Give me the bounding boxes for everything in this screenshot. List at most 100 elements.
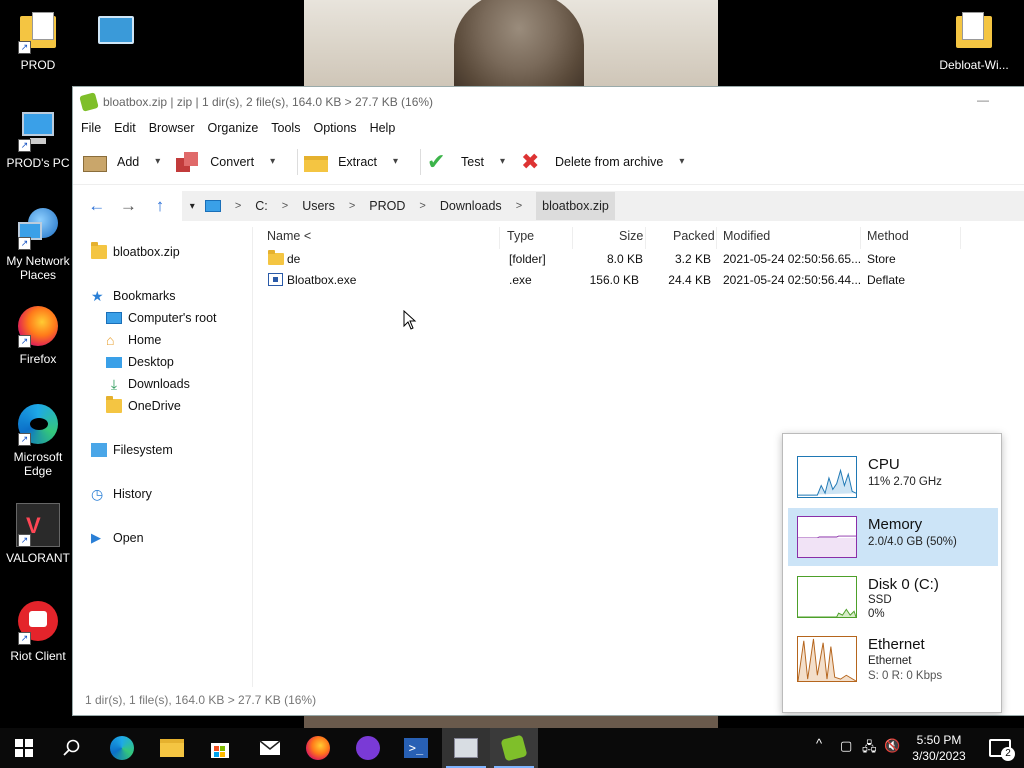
title-bar[interactable]: bloatbox.zip | zip | 1 dir(s), 2 file(s)… <box>73 87 1024 117</box>
menu-edit[interactable]: Edit <box>114 121 136 135</box>
breadcrumb-bloatbox-zip[interactable]: bloatbox.zip <box>536 192 615 220</box>
sidebar-item-desktop[interactable]: Desktop <box>106 355 174 369</box>
sidebar-item-computers-root[interactable]: Computer's root <box>106 311 217 325</box>
column-header-modified[interactable]: Modified <box>723 229 770 249</box>
delete-dropdown-icon[interactable]: ▾ <box>679 156 684 167</box>
convert-dropdown-icon[interactable]: ▾ <box>270 156 275 167</box>
notification-icon: 2 <box>989 739 1015 761</box>
sidebar-item-filesystem[interactable]: Filesystem <box>91 443 173 457</box>
extract-dropdown-icon[interactable]: ▾ <box>393 156 398 167</box>
desktop-icon-firefox[interactable]: ↗ Firefox <box>0 304 76 366</box>
perf-detail-2: 0% <box>868 608 885 620</box>
desktop-icon-prod[interactable]: ↗ PROD <box>0 10 76 72</box>
system-clock[interactable]: 5:50 PM 3/30/2023 <box>904 732 974 764</box>
extract-button[interactable]: Extract ▾ <box>304 144 410 180</box>
notification-count: 2 <box>1001 747 1015 761</box>
tray-overflow-chevron[interactable]: ^ <box>816 736 822 751</box>
taskbar-edge[interactable] <box>98 728 146 768</box>
forward-arrow-icon[interactable]: → <box>113 196 145 216</box>
taskbar-firefox[interactable] <box>294 728 342 768</box>
breadcrumb-c-drive[interactable]: C: <box>255 199 268 213</box>
test-button[interactable]: ✔ Test ▾ <box>427 144 517 180</box>
wallpaper-photo-bottom <box>304 716 718 728</box>
meet-now-icon[interactable]: ▢ <box>840 738 852 754</box>
status-bar: 1 dir(s), 1 file(s), 164.0 KB > 27.7 KB … <box>85 693 317 707</box>
sidebar-item-home[interactable]: ⌂ Home <box>106 333 161 347</box>
table-row[interactable]: de [folder] 8.0 KB 3.2 KB 2021-05-24 02:… <box>259 249 979 269</box>
row-method: Deflate <box>867 273 906 287</box>
column-header-size[interactable]: Size <box>619 229 643 249</box>
notification-center-button[interactable]: 2 <box>976 728 1024 768</box>
row-type: .exe <box>509 273 532 287</box>
network-icon: ↗ <box>16 206 60 250</box>
desktop-icon-valorant[interactable]: V ↗ VALORANT <box>0 503 76 565</box>
taskbar-peazip[interactable] <box>490 728 538 768</box>
volume-muted-icon[interactable]: 🔇 <box>884 738 900 754</box>
desktop-icon-riot-client[interactable]: ↗ Riot Client <box>0 601 76 663</box>
column-header-name[interactable]: Name < <box>267 229 311 249</box>
menu-organize[interactable]: Organize <box>208 121 259 135</box>
history-dropdown-icon[interactable]: ▾ <box>190 201 195 212</box>
history-clock-icon: ◷ <box>91 486 104 502</box>
perf-item-memory[interactable]: Memory 2.0/4.0 GB (50%) <box>788 508 998 566</box>
menu-help[interactable]: Help <box>370 121 396 135</box>
column-header-type[interactable]: Type <box>507 229 534 249</box>
desktop-icon-this-pc[interactable]: ↗ PROD's PC <box>0 108 76 170</box>
menu-browser[interactable]: Browser <box>149 121 195 135</box>
perf-item-cpu[interactable]: CPU 11% 2.70 GHz <box>788 448 998 506</box>
sidebar-item-bookmarks[interactable]: ★ Bookmarks <box>91 289 176 303</box>
row-modified: 2021-05-24 02:50:56.44... <box>723 273 862 287</box>
column-header-packed[interactable]: Packed <box>673 229 715 249</box>
search-button[interactable] <box>48 728 96 768</box>
menu-file[interactable]: File <box>81 121 101 135</box>
desktop-icon-edge[interactable]: ↗ Microsoft Edge <box>0 402 76 478</box>
breadcrumb-prod[interactable]: PROD <box>369 199 405 213</box>
cpu-graph <box>797 456 857 498</box>
convert-icon <box>176 151 200 172</box>
network-tray-icon[interactable]: 🖧 <box>862 738 877 760</box>
back-arrow-icon[interactable]: ← <box>81 196 113 216</box>
add-button[interactable]: Add ▾ <box>83 144 172 180</box>
menu-bar: File Edit Browser Organize Tools Options… <box>73 117 1024 139</box>
menu-tools[interactable]: Tools <box>271 121 300 135</box>
sidebar-item-archive[interactable]: bloatbox.zip <box>91 242 180 259</box>
taskbar-store[interactable] <box>196 728 244 768</box>
table-row[interactable]: Bloatbox.exe .exe 156.0 KB 24.4 KB 2021-… <box>259 270 979 290</box>
breadcrumb-users[interactable]: Users <box>302 199 335 213</box>
desktop-icon-network[interactable]: ↗ My Network Places <box>0 206 76 282</box>
row-type: [folder] <box>509 252 546 266</box>
taskbar-powershell[interactable]: >_ <box>392 728 440 768</box>
perf-item-ethernet[interactable]: Ethernet Ethernet S: 0 R: 0 Kbps <box>788 632 998 690</box>
add-label: Add <box>117 154 140 169</box>
sidebar-item-onedrive[interactable]: OneDrive <box>106 396 181 413</box>
add-archive-icon <box>83 152 107 172</box>
sidebar-item-history[interactable]: ◷ History <box>91 487 152 501</box>
peazip-icon <box>79 92 99 112</box>
perf-name: CPU <box>868 456 900 473</box>
row-method: Store <box>867 252 896 266</box>
menu-options[interactable]: Options <box>313 121 356 135</box>
add-dropdown-icon[interactable]: ▾ <box>155 156 160 167</box>
column-header-method[interactable]: Method <box>867 229 909 249</box>
disk-graph <box>797 576 857 618</box>
minimize-button[interactable]: — <box>977 94 989 107</box>
row-name: de <box>287 252 301 266</box>
sidebar-item-downloads[interactable]: ⤓ Downloads <box>106 377 190 391</box>
breadcrumb-downloads[interactable]: Downloads <box>440 199 502 213</box>
sidebar-item-open[interactable]: ▶ Open <box>91 531 144 546</box>
start-button[interactable] <box>0 728 48 768</box>
perf-item-disk[interactable]: Disk 0 (C:) SSD 0% <box>788 568 998 626</box>
computer-icon[interactable] <box>204 200 221 212</box>
home-icon: ⌂ <box>106 332 115 348</box>
peazip-icon <box>500 734 528 762</box>
up-arrow-icon[interactable]: ↑ <box>144 196 176 216</box>
taskbar-task-manager[interactable] <box>442 728 490 768</box>
taskbar-file-explorer[interactable] <box>148 728 196 768</box>
test-dropdown-icon[interactable]: ▾ <box>500 156 505 167</box>
desktop-icon-debloat[interactable]: Debloat-Wi... <box>936 10 1012 72</box>
taskbar-app-purple[interactable] <box>344 728 392 768</box>
desktop-icon-control-panel[interactable] <box>78 10 154 58</box>
taskbar-mail[interactable] <box>246 728 294 768</box>
convert-button[interactable]: Convert ▾ <box>176 144 287 180</box>
delete-from-archive-button[interactable]: ✖ Delete from archive ▾ <box>521 144 696 180</box>
